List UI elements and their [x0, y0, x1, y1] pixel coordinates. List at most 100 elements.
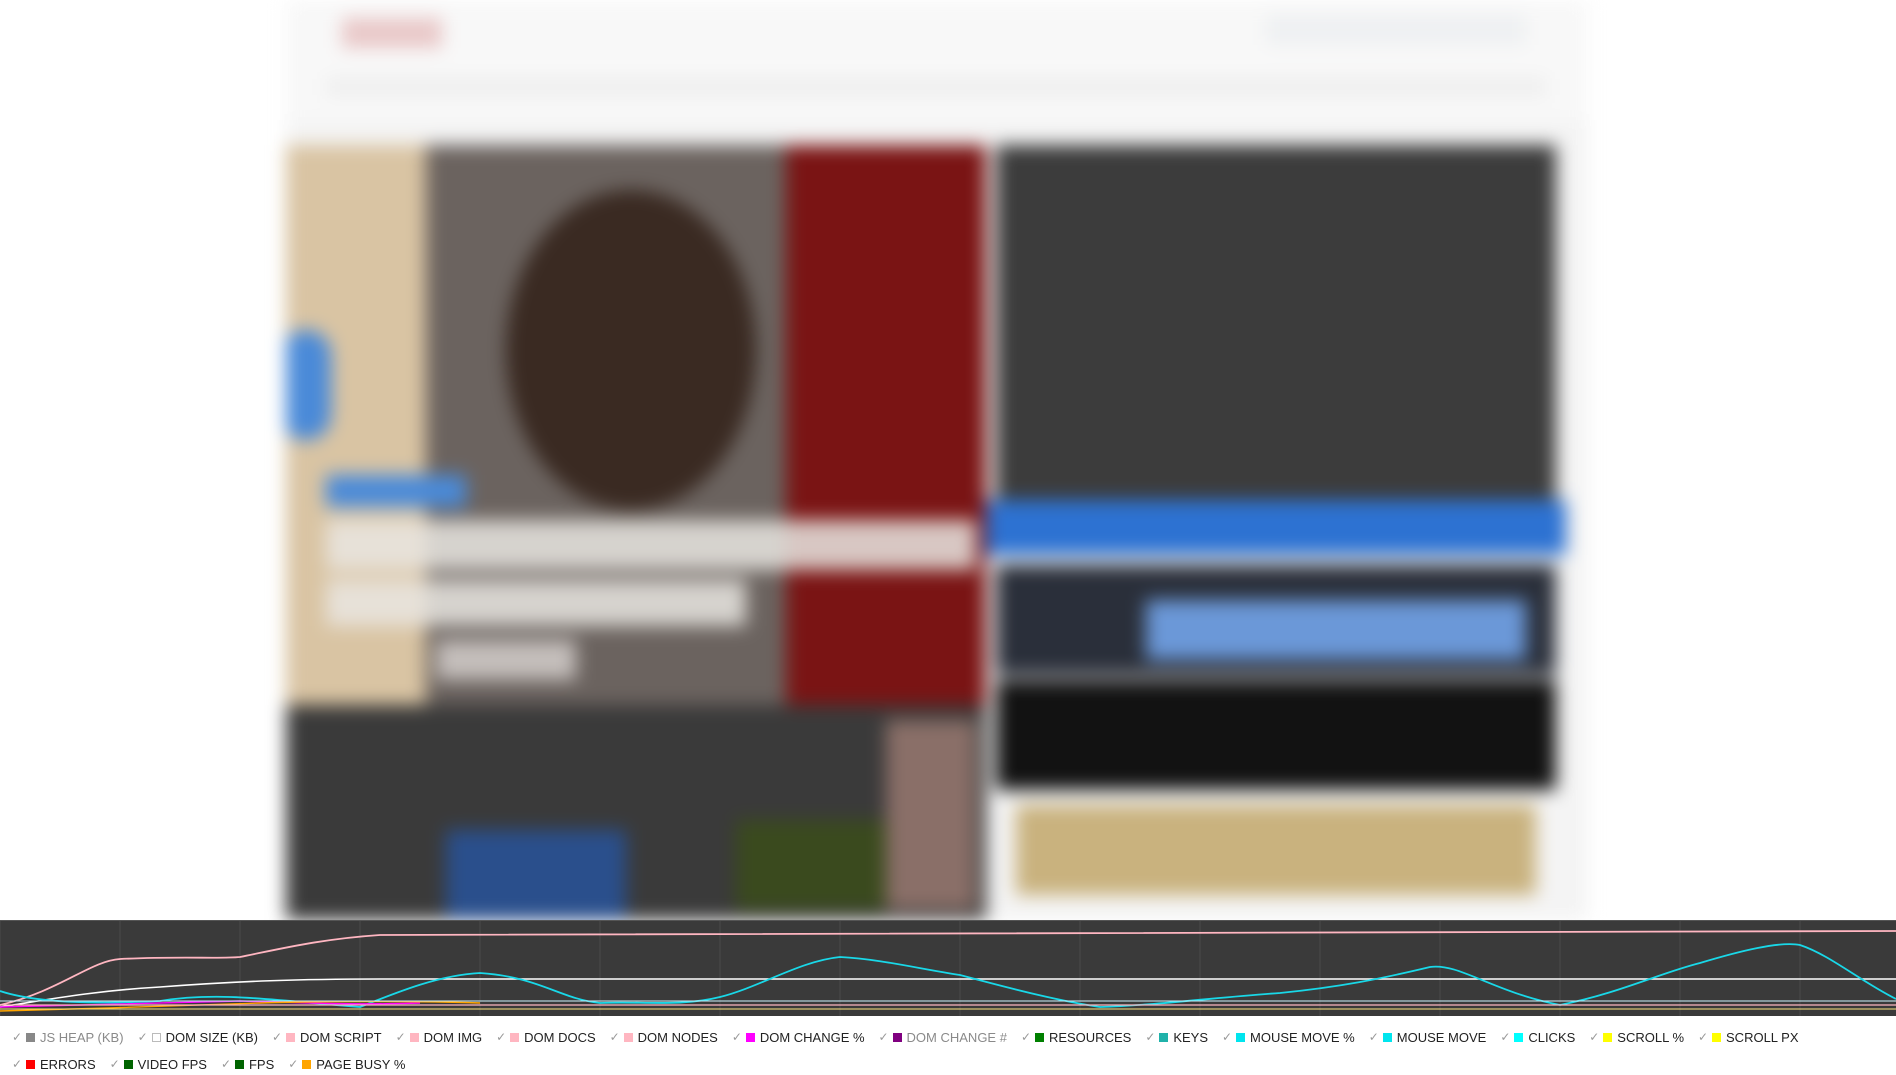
checkmark-icon: ✓ [731, 1030, 742, 1044]
legend-label: SCROLL PX [1726, 1029, 1799, 1045]
checkmark-icon: ✓ [137, 1030, 148, 1044]
legend-label: DOM CHANGE % [759, 1029, 865, 1045]
legend-label: VIDEO FPS [137, 1056, 207, 1072]
legend-item[interactable]: ✓ RESOURCES [1021, 1029, 1131, 1045]
hero-headline-line-1 [326, 520, 976, 570]
legend-item[interactable]: ✓ VIDEO FPS [110, 1056, 207, 1072]
legend-color-swatch [1159, 1032, 1169, 1042]
legend-label: JS HEAP (KB) [40, 1029, 124, 1045]
page-viewport [0, 0, 1896, 920]
checkmark-icon: ✓ [12, 1030, 23, 1044]
hero-red-panel [786, 145, 986, 705]
legend-item[interactable]: ✓ CLICKS [1500, 1029, 1575, 1045]
checkmark-icon: ✓ [1222, 1030, 1233, 1044]
legend-item[interactable]: ✓ FPS [221, 1056, 274, 1072]
metrics-timeline [0, 920, 1896, 1017]
legend-label: ERRORS [40, 1056, 96, 1072]
legend-label: CLICKS [1528, 1029, 1576, 1045]
legend-color-swatch [123, 1059, 133, 1069]
checkmark-icon: ✓ [1500, 1030, 1511, 1044]
legend-item[interactable]: ✓ DOM NODES [610, 1029, 718, 1045]
legend-item[interactable]: ✓ SCROLL PX [1698, 1029, 1799, 1045]
legend-item[interactable]: ✓ MOUSE MOVE % [1222, 1029, 1355, 1045]
legend-label: DOM SIZE (KB) [165, 1029, 259, 1045]
hero-label-blue [326, 475, 466, 507]
checkmark-icon: ✓ [1368, 1030, 1379, 1044]
legend-color-swatch [26, 1059, 35, 1069]
blurred-page-screenshot [286, 0, 1588, 920]
legend-item[interactable]: ✓ DOM IMG [396, 1029, 483, 1045]
legend-item[interactable]: ✓ ERRORS [12, 1056, 96, 1072]
legend-color-swatch [1712, 1032, 1722, 1042]
checkmark-icon: ✓ [1020, 1030, 1032, 1044]
hero-blue-arrow [286, 330, 331, 440]
hero-headline-line-3 [436, 640, 576, 680]
legend-item[interactable]: ✓ SCROLL % [1589, 1029, 1684, 1045]
legend-color-swatch [1034, 1032, 1044, 1042]
sidebar-blue-button [986, 500, 1566, 555]
legend-color-swatch [409, 1032, 419, 1042]
legend-color-swatch [1382, 1032, 1392, 1042]
checkmark-icon: ✓ [496, 1030, 507, 1044]
lower-card-image-blue [446, 830, 626, 920]
legend-color-swatch [745, 1032, 755, 1042]
legend-item[interactable]: ✓ DOM DOCS [496, 1029, 596, 1045]
series-mouse-move-line [0, 943, 1896, 1008]
legend-label: RESOURCES [1048, 1029, 1132, 1045]
checkmark-icon: ✓ [878, 1030, 889, 1044]
checkmark-icon: ✓ [1698, 1030, 1709, 1044]
legend-color-swatch [510, 1032, 520, 1042]
checkmark-icon: ✓ [288, 1057, 299, 1071]
legend-label: DOM SCRIPT [300, 1029, 382, 1045]
legend-item[interactable]: ✓ MOUSE MOVE [1369, 1029, 1487, 1045]
series-dom-nodes-line [0, 930, 1896, 1006]
legend-label: DOM DOCS [524, 1029, 596, 1045]
legend-color-swatch [1236, 1032, 1245, 1042]
legend-item[interactable]: ✓ KEYS [1145, 1029, 1208, 1045]
legend-color-swatch [892, 1032, 902, 1042]
legend-label: MOUSE MOVE % [1250, 1029, 1355, 1045]
legend-label: DOM NODES [637, 1029, 718, 1045]
legend-color-swatch [234, 1059, 244, 1069]
checkmark-icon: ✓ [609, 1030, 620, 1044]
checkmark-icon: ✓ [220, 1057, 232, 1071]
legend-label: KEYS [1173, 1029, 1208, 1045]
sidebar-promo-blue-bar [1146, 600, 1526, 660]
legend-label: DOM CHANGE # [906, 1029, 1007, 1045]
legend-label: SCROLL % [1617, 1029, 1685, 1045]
checkmark-icon: ✓ [1145, 1030, 1156, 1044]
legend-color-swatch [26, 1032, 35, 1042]
checkmark-icon: ✓ [272, 1030, 283, 1044]
sidebar-dark-panel [996, 145, 1556, 505]
sidebar-black-panel [996, 680, 1556, 790]
legend-item[interactable]: ✓ DOM SIZE (KB) [138, 1029, 258, 1045]
legend-color-swatch [151, 1032, 161, 1042]
sidebar-gold-banner [1016, 805, 1536, 895]
legend-label: PAGE BUSY % [316, 1056, 406, 1072]
legend-color-swatch [1514, 1032, 1524, 1042]
checkmark-icon: ✓ [1589, 1030, 1600, 1044]
legend-color-swatch [1603, 1032, 1613, 1042]
legend-item[interactable]: ✓ DOM SCRIPT [272, 1029, 382, 1045]
legend-item[interactable]: ✓ DOM CHANGE # [879, 1029, 1007, 1045]
legend-color-swatch [623, 1032, 633, 1042]
checkmark-icon: ✓ [12, 1057, 23, 1071]
legend-item[interactable]: ✓ JS HEAP (KB) [12, 1029, 124, 1045]
legend-label: MOUSE MOVE [1396, 1029, 1487, 1045]
legend-color-swatch [286, 1032, 296, 1042]
legend-item[interactable]: ✓ DOM CHANGE % [732, 1029, 865, 1045]
metrics-legend: ✓ JS HEAP (KB) ✓ DOM SIZE (KB) ✓ DOM SCRIPT ✓ D… [0, 1016, 1896, 1075]
legend-label: FPS [248, 1056, 275, 1072]
legend-item[interactable]: ✓ PAGE BUSY % [288, 1056, 405, 1072]
header-nav-bar [326, 78, 1546, 96]
lower-card-image-green [736, 820, 886, 910]
hero-headline-line-2 [326, 580, 746, 626]
checkmark-icon: ✓ [109, 1057, 120, 1071]
legend-label: DOM IMG [423, 1029, 483, 1045]
lower-card-person [886, 720, 976, 910]
legend-color-swatch [302, 1059, 312, 1069]
checkmark-icon: ✓ [395, 1030, 406, 1044]
metrics-timeline-graph [0, 921, 1896, 1017]
hero-photo-face [506, 190, 756, 510]
site-logo [342, 18, 442, 48]
